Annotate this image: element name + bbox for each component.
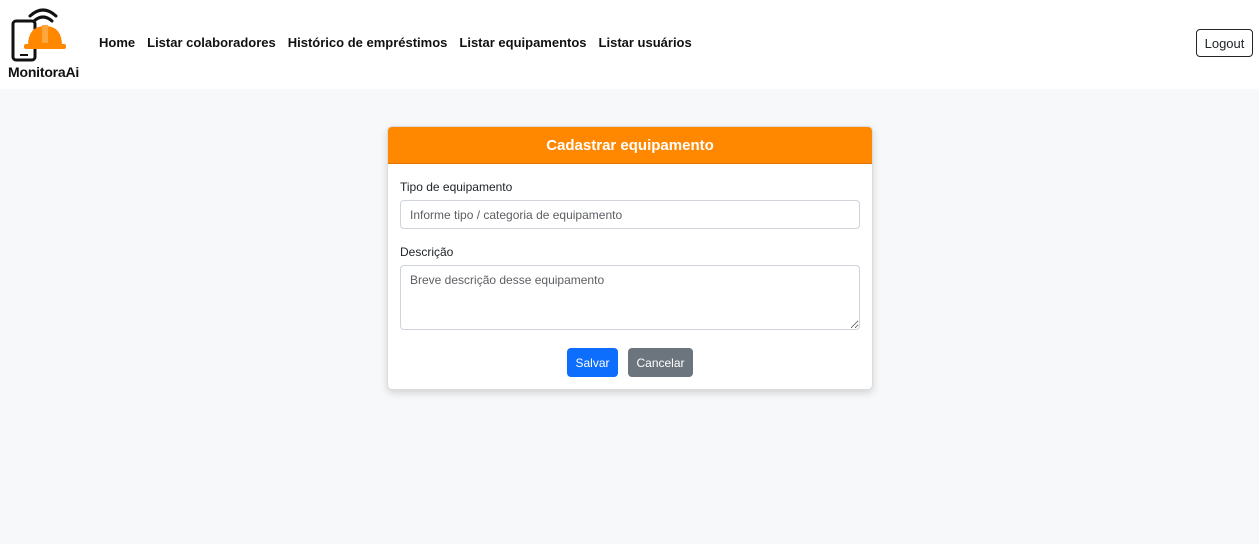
description-textarea[interactable]	[400, 265, 860, 330]
nav-item-listar-equipamentos[interactable]: Listar equipamentos	[459, 35, 586, 50]
logout-button[interactable]: Logout	[1196, 29, 1253, 57]
top-navbar: MonitoraAi Home Listar colaboradores His…	[0, 0, 1259, 89]
nav-menu: Home Listar colaboradores Histórico de e…	[99, 35, 692, 50]
nav-item-listar-colaboradores[interactable]: Listar colaboradores	[147, 35, 276, 50]
description-label: Descrição	[400, 245, 454, 259]
equipment-type-input[interactable]	[400, 200, 860, 229]
brand-logo[interactable]: MonitoraAi	[6, 6, 82, 82]
nav-item-historico-emprestimos[interactable]: Histórico de empréstimos	[288, 35, 448, 50]
equipment-form-card: Cadastrar equipamento Tipo de equipament…	[387, 126, 873, 390]
form-title: Cadastrar equipamento	[388, 127, 872, 164]
equipment-type-label: Tipo de equipamento	[400, 180, 513, 194]
phone-hardhat-wifi-icon	[11, 8, 66, 62]
cancel-button[interactable]: Cancelar	[628, 348, 693, 377]
nav-item-listar-usuarios[interactable]: Listar usuários	[599, 35, 692, 50]
brand-name: MonitoraAi	[8, 64, 80, 80]
nav-item-home[interactable]: Home	[99, 35, 135, 50]
save-button[interactable]: Salvar	[567, 348, 618, 377]
